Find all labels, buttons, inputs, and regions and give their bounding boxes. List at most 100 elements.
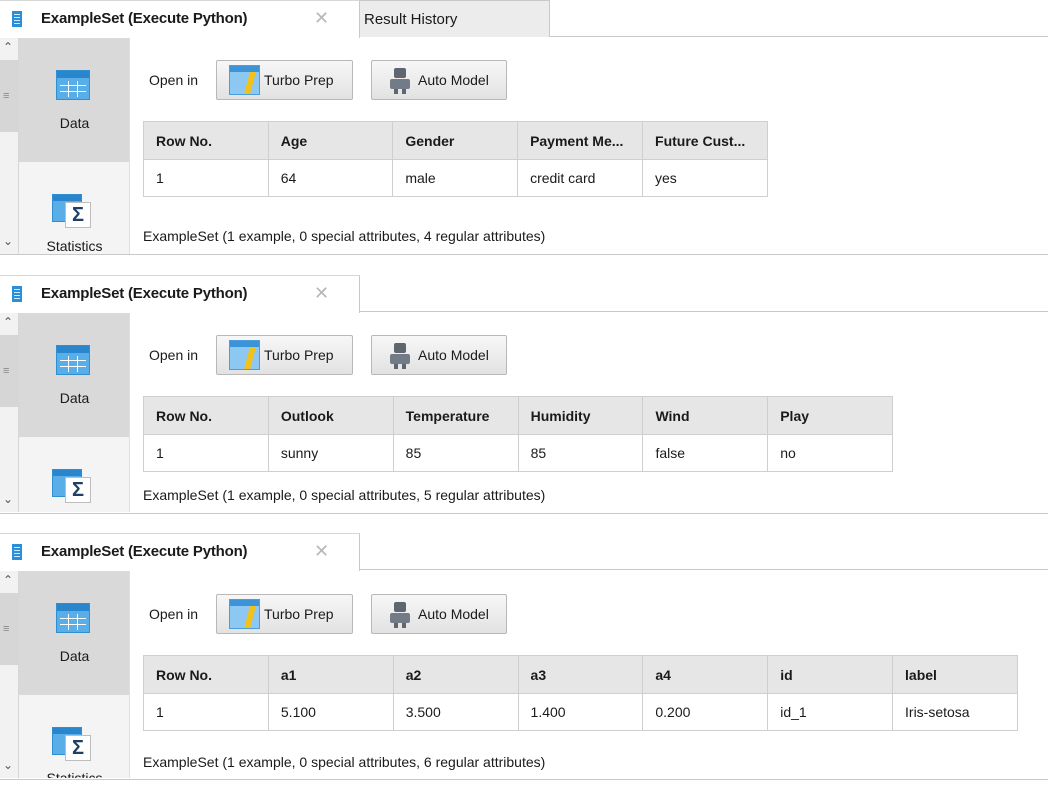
tab-bar: ExampleSet (Execute Python) ✕ Result His… xyxy=(0,0,1048,38)
view-data[interactable]: Data xyxy=(19,313,129,437)
table-cell[interactable]: 1 xyxy=(143,159,269,197)
view-data[interactable]: Data xyxy=(19,571,129,695)
scroll-up-icon[interactable]: ⌃ xyxy=(3,40,13,54)
data-grid-icon xyxy=(56,603,90,633)
statistics-icon: Σ xyxy=(52,727,92,763)
column-header[interactable]: id xyxy=(767,655,894,694)
table-cell[interactable]: 0.200 xyxy=(642,693,769,731)
close-icon[interactable]: ✕ xyxy=(314,8,329,29)
tab-exampleset[interactable]: ExampleSet (Execute Python) ✕ xyxy=(0,275,360,313)
side-scrollbar[interactable]: ⌃ ≡ ⌄ xyxy=(0,313,19,512)
tab-label: Result History xyxy=(364,11,458,28)
table-cell[interactable]: 85 xyxy=(517,434,644,472)
table-cell[interactable]: no xyxy=(767,434,893,472)
turbo-prep-button[interactable]: Turbo Prep xyxy=(216,335,353,375)
scroll-up-icon[interactable]: ⌃ xyxy=(3,573,13,587)
turbo-prep-button[interactable]: Turbo Prep xyxy=(216,594,353,634)
column-header[interactable]: a3 xyxy=(517,655,644,694)
column-header[interactable]: Gender xyxy=(392,121,519,160)
column-header[interactable]: a1 xyxy=(267,655,394,694)
column-header[interactable]: Row No. xyxy=(143,121,269,160)
result-panel-3: ExampleSet (Execute Python) ✕ ⌃ ≡ ⌄ Data… xyxy=(0,533,1048,786)
panel-divider xyxy=(0,513,1048,514)
side-scrollbar[interactable]: ⌃ ≡ ⌄ xyxy=(0,571,19,778)
table-cell[interactable]: 1 xyxy=(143,693,269,731)
data-table: Row No. Outlook Temperature Humidity Win… xyxy=(143,396,893,472)
table-cell[interactable]: 1.400 xyxy=(517,693,644,731)
side-scrollbar[interactable]: ⌃ ≡ ⌄ xyxy=(0,38,19,254)
scroll-thumb[interactable]: ≡ xyxy=(0,60,18,132)
table-cell[interactable]: credit card xyxy=(517,159,644,197)
open-in-label: Open in xyxy=(149,606,199,622)
tab-title: ExampleSet (Execute Python) xyxy=(41,10,248,27)
turbo-prep-button[interactable]: Turbo Prep xyxy=(216,60,353,100)
auto-model-button[interactable]: Auto Model xyxy=(371,594,507,634)
view-data-label: Data xyxy=(59,115,90,131)
tab-exampleset[interactable]: ExampleSet (Execute Python) ✕ xyxy=(0,0,360,38)
data-table: Row No. a1 a2 a3 a4 id label 1 5.100 3.5… xyxy=(143,655,1018,731)
column-header[interactable]: Row No. xyxy=(143,655,269,694)
tab-exampleset[interactable]: ExampleSet (Execute Python) ✕ xyxy=(0,533,360,571)
view-data[interactable]: Data xyxy=(19,38,129,162)
close-icon[interactable]: ✕ xyxy=(314,541,329,562)
view-data-label: Data xyxy=(59,648,90,664)
column-header[interactable]: a2 xyxy=(392,655,519,694)
turbo-prep-icon xyxy=(229,599,260,629)
column-header[interactable]: Future Cust... xyxy=(642,121,768,160)
column-header[interactable]: Outlook xyxy=(267,396,394,435)
auto-model-icon xyxy=(389,602,411,628)
statistics-icon: Σ xyxy=(52,194,92,230)
tab-result-history[interactable]: Result History xyxy=(354,0,550,37)
scroll-thumb[interactable]: ≡ xyxy=(0,335,18,407)
exampleset-icon xyxy=(12,11,22,27)
result-panel-1: ExampleSet (Execute Python) ✕ Result His… xyxy=(0,0,1048,256)
exampleset-icon xyxy=(12,286,22,302)
scroll-thumb[interactable]: ≡ xyxy=(0,593,18,665)
auto-model-icon xyxy=(389,68,411,94)
column-header[interactable]: Age xyxy=(267,121,394,160)
table-cell[interactable]: Iris-setosa xyxy=(892,693,1018,731)
tab-bar: ExampleSet (Execute Python) ✕ xyxy=(0,275,1048,313)
table-cell[interactable]: 5.100 xyxy=(267,693,394,731)
table-row[interactable]: 1 sunny 85 85 false no xyxy=(143,434,893,472)
table-cell[interactable]: false xyxy=(642,434,769,472)
auto-model-button[interactable]: Auto Model xyxy=(371,60,507,100)
turbo-prep-icon xyxy=(229,340,260,370)
table-cell[interactable]: 64 xyxy=(267,159,394,197)
column-header[interactable]: label xyxy=(892,655,1018,694)
table-cell[interactable]: 3.500 xyxy=(392,693,519,731)
view-selector: Data Σ Statistics xyxy=(19,38,130,254)
result-panel-2: ExampleSet (Execute Python) ✕ ⌃ ≡ ⌄ Data… xyxy=(0,275,1048,515)
tab-title: ExampleSet (Execute Python) xyxy=(41,285,248,302)
table-row[interactable]: 1 64 male credit card yes xyxy=(143,159,768,197)
column-header[interactable]: Temperature xyxy=(392,396,519,435)
scroll-down-icon[interactable]: ⌄ xyxy=(3,492,13,506)
column-header[interactable]: Humidity xyxy=(517,396,644,435)
auto-model-button[interactable]: Auto Model xyxy=(371,335,507,375)
tab-bar: ExampleSet (Execute Python) ✕ xyxy=(0,533,1048,571)
scroll-down-icon[interactable]: ⌄ xyxy=(3,758,13,772)
turbo-prep-label: Turbo Prep xyxy=(264,606,334,622)
column-header[interactable]: Row No. xyxy=(143,396,269,435)
table-cell[interactable]: sunny xyxy=(267,434,394,472)
auto-model-icon xyxy=(389,343,411,369)
scroll-down-icon[interactable]: ⌄ xyxy=(3,234,13,248)
table-cell[interactable]: male xyxy=(392,159,519,197)
exampleset-summary: ExampleSet (1 example, 0 special attribu… xyxy=(143,487,546,503)
auto-model-label: Auto Model xyxy=(418,72,489,88)
auto-model-label: Auto Model xyxy=(418,347,489,363)
close-icon[interactable]: ✕ xyxy=(314,283,329,304)
column-header[interactable]: Payment Me... xyxy=(517,121,644,160)
scroll-up-icon[interactable]: ⌃ xyxy=(3,315,13,329)
table-cell[interactable]: id_1 xyxy=(767,693,894,731)
statistics-icon: Σ xyxy=(52,469,92,505)
column-header[interactable]: Play xyxy=(767,396,893,435)
column-header[interactable]: a4 xyxy=(642,655,769,694)
turbo-prep-icon xyxy=(229,65,260,95)
table-cell[interactable]: yes xyxy=(642,159,768,197)
table-cell[interactable]: 1 xyxy=(143,434,269,472)
view-statistics-label: Statistics xyxy=(46,770,103,778)
table-row[interactable]: 1 5.100 3.500 1.400 0.200 id_1 Iris-seto… xyxy=(143,693,1018,731)
column-header[interactable]: Wind xyxy=(642,396,769,435)
table-cell[interactable]: 85 xyxy=(392,434,519,472)
